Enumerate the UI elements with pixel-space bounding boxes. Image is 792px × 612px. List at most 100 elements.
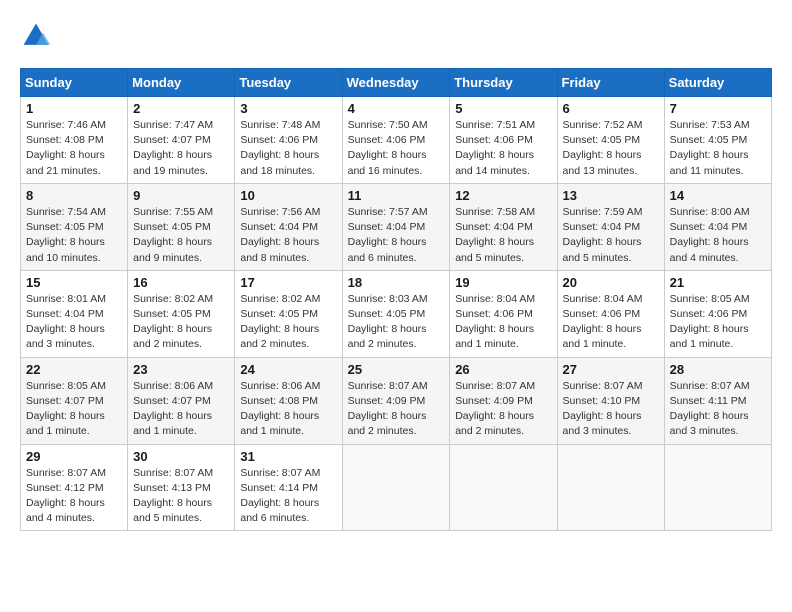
calendar-cell: 13 Sunrise: 7:59 AMSunset: 4:04 PMDayligh…: [557, 183, 664, 270]
day-number: 6: [563, 101, 659, 116]
day-number: 18: [348, 275, 445, 290]
day-info: Sunrise: 8:04 AMSunset: 4:06 PMDaylight:…: [563, 292, 659, 353]
calendar-day-header: Friday: [557, 69, 664, 97]
day-number: 29: [26, 449, 122, 464]
day-number: 1: [26, 101, 122, 116]
day-info: Sunrise: 7:54 AMSunset: 4:05 PMDaylight:…: [26, 205, 122, 266]
day-number: 7: [670, 101, 766, 116]
day-info: Sunrise: 8:07 AMSunset: 4:11 PMDaylight:…: [670, 379, 766, 440]
day-number: 27: [563, 362, 659, 377]
day-number: 3: [240, 101, 336, 116]
day-number: 19: [455, 275, 551, 290]
calendar-cell: [450, 444, 557, 531]
calendar-cell: 12 Sunrise: 7:58 AMSunset: 4:04 PMDayligh…: [450, 183, 557, 270]
day-number: 8: [26, 188, 122, 203]
calendar-day-header: Sunday: [21, 69, 128, 97]
calendar-day-header: Thursday: [450, 69, 557, 97]
calendar-cell: 9 Sunrise: 7:55 AMSunset: 4:05 PMDaylight…: [128, 183, 235, 270]
day-number: 24: [240, 362, 336, 377]
calendar-cell: [342, 444, 450, 531]
day-info: Sunrise: 8:00 AMSunset: 4:04 PMDaylight:…: [670, 205, 766, 266]
calendar-day-header: Wednesday: [342, 69, 450, 97]
calendar-cell: 25 Sunrise: 8:07 AMSunset: 4:09 PMDayligh…: [342, 357, 450, 444]
calendar-cell: 17 Sunrise: 8:02 AMSunset: 4:05 PMDayligh…: [235, 270, 342, 357]
calendar-cell: 23Sunrise: 8:06 AMSunset: 4:07 PMDayligh…: [128, 357, 235, 444]
day-info: Sunrise: 8:07 AMSunset: 4:09 PMDaylight:…: [348, 379, 445, 440]
calendar-cell: 16 Sunrise: 8:02 AMSunset: 4:05 PMDayligh…: [128, 270, 235, 357]
calendar-cell: 15 Sunrise: 8:01 AMSunset: 4:04 PMDayligh…: [21, 270, 128, 357]
calendar-cell: 30Sunrise: 8:07 AMSunset: 4:13 PMDayligh…: [128, 444, 235, 531]
calendar-day-header: Monday: [128, 69, 235, 97]
day-number: 5: [455, 101, 551, 116]
day-number: 22: [26, 362, 122, 377]
calendar-cell: 31 Sunrise: 8:07 AMSunset: 4:14 PMDayligh…: [235, 444, 342, 531]
day-number: 28: [670, 362, 766, 377]
day-info: Sunrise: 7:57 AMSunset: 4:04 PMDaylight:…: [348, 205, 445, 266]
day-number: 25: [348, 362, 445, 377]
day-info: Sunrise: 8:06 AMSunset: 4:08 PMDaylight:…: [240, 379, 336, 440]
calendar-cell: 3Sunrise: 7:48 AMSunset: 4:06 PMDaylight…: [235, 97, 342, 184]
day-info: Sunrise: 7:46 AMSunset: 4:08 PMDaylight:…: [26, 118, 122, 179]
calendar-week-row: 22 Sunrise: 8:05 AMSunset: 4:07 PMDayligh…: [21, 357, 772, 444]
day-info: Sunrise: 8:02 AMSunset: 4:05 PMDaylight:…: [133, 292, 229, 353]
calendar-cell: 21 Sunrise: 8:05 AMSunset: 4:06 PMDayligh…: [664, 270, 771, 357]
day-number: 2: [133, 101, 229, 116]
day-info: Sunrise: 7:53 AMSunset: 4:05 PMDaylight:…: [670, 118, 766, 179]
calendar-cell: [557, 444, 664, 531]
day-number: 21: [670, 275, 766, 290]
day-info: Sunrise: 8:03 AMSunset: 4:05 PMDaylight:…: [348, 292, 445, 353]
calendar-cell: 27 Sunrise: 8:07 AMSunset: 4:10 PMDayligh…: [557, 357, 664, 444]
calendar-cell: 4Sunrise: 7:50 AMSunset: 4:06 PMDaylight…: [342, 97, 450, 184]
page-header: [20, 20, 772, 52]
calendar-cell: 24 Sunrise: 8:06 AMSunset: 4:08 PMDayligh…: [235, 357, 342, 444]
day-number: 10: [240, 188, 336, 203]
day-info: Sunrise: 8:07 AMSunset: 4:10 PMDaylight:…: [563, 379, 659, 440]
day-number: 12: [455, 188, 551, 203]
calendar-cell: 29Sunrise: 8:07 AMSunset: 4:12 PMDayligh…: [21, 444, 128, 531]
day-info: Sunrise: 8:05 AMSunset: 4:07 PMDaylight:…: [26, 379, 122, 440]
calendar-cell: 10 Sunrise: 7:56 AMSunset: 4:04 PMDayligh…: [235, 183, 342, 270]
calendar-cell: 11 Sunrise: 7:57 AMSunset: 4:04 PMDayligh…: [342, 183, 450, 270]
day-number: 16: [133, 275, 229, 290]
day-info: Sunrise: 8:04 AMSunset: 4:06 PMDaylight:…: [455, 292, 551, 353]
day-info: Sunrise: 7:56 AMSunset: 4:04 PMDaylight:…: [240, 205, 336, 266]
calendar-header-row: SundayMondayTuesdayWednesdayThursdayFrid…: [21, 69, 772, 97]
calendar-cell: 14 Sunrise: 8:00 AMSunset: 4:04 PMDayligh…: [664, 183, 771, 270]
day-info: Sunrise: 8:07 AMSunset: 4:14 PMDaylight:…: [240, 466, 336, 527]
day-info: Sunrise: 7:59 AMSunset: 4:04 PMDaylight:…: [563, 205, 659, 266]
day-info: Sunrise: 8:07 AMSunset: 4:09 PMDaylight:…: [455, 379, 551, 440]
day-info: Sunrise: 7:58 AMSunset: 4:04 PMDaylight:…: [455, 205, 551, 266]
calendar-table: SundayMondayTuesdayWednesdayThursdayFrid…: [20, 68, 772, 531]
day-info: Sunrise: 7:47 AMSunset: 4:07 PMDaylight:…: [133, 118, 229, 179]
calendar-cell: 8 Sunrise: 7:54 AMSunset: 4:05 PMDaylight…: [21, 183, 128, 270]
day-number: 30: [133, 449, 229, 464]
calendar-cell: 5 Sunrise: 7:51 AMSunset: 4:06 PMDaylight…: [450, 97, 557, 184]
calendar-week-row: 8 Sunrise: 7:54 AMSunset: 4:05 PMDaylight…: [21, 183, 772, 270]
calendar-week-row: 1 Sunrise: 7:46 AMSunset: 4:08 PMDaylight…: [21, 97, 772, 184]
day-info: Sunrise: 8:02 AMSunset: 4:05 PMDaylight:…: [240, 292, 336, 353]
day-info: Sunrise: 7:51 AMSunset: 4:06 PMDaylight:…: [455, 118, 551, 179]
logo: [20, 20, 54, 52]
day-info: Sunrise: 7:52 AMSunset: 4:05 PMDaylight:…: [563, 118, 659, 179]
day-number: 20: [563, 275, 659, 290]
day-info: Sunrise: 7:55 AMSunset: 4:05 PMDaylight:…: [133, 205, 229, 266]
day-number: 4: [348, 101, 445, 116]
day-number: 26: [455, 362, 551, 377]
calendar-cell: 26 Sunrise: 8:07 AMSunset: 4:09 PMDayligh…: [450, 357, 557, 444]
day-info: Sunrise: 8:01 AMSunset: 4:04 PMDaylight:…: [26, 292, 122, 353]
day-number: 13: [563, 188, 659, 203]
day-number: 9: [133, 188, 229, 203]
calendar-cell: 1 Sunrise: 7:46 AMSunset: 4:08 PMDaylight…: [21, 97, 128, 184]
day-number: 11: [348, 188, 445, 203]
day-number: 17: [240, 275, 336, 290]
calendar-week-row: 29Sunrise: 8:07 AMSunset: 4:12 PMDayligh…: [21, 444, 772, 531]
day-number: 23: [133, 362, 229, 377]
calendar-cell: 6 Sunrise: 7:52 AMSunset: 4:05 PMDaylight…: [557, 97, 664, 184]
day-number: 31: [240, 449, 336, 464]
calendar-cell: 2 Sunrise: 7:47 AMSunset: 4:07 PMDaylight…: [128, 97, 235, 184]
day-info: Sunrise: 8:05 AMSunset: 4:06 PMDaylight:…: [670, 292, 766, 353]
calendar-cell: 7 Sunrise: 7:53 AMSunset: 4:05 PMDaylight…: [664, 97, 771, 184]
day-number: 15: [26, 275, 122, 290]
calendar-day-header: Tuesday: [235, 69, 342, 97]
day-number: 14: [670, 188, 766, 203]
